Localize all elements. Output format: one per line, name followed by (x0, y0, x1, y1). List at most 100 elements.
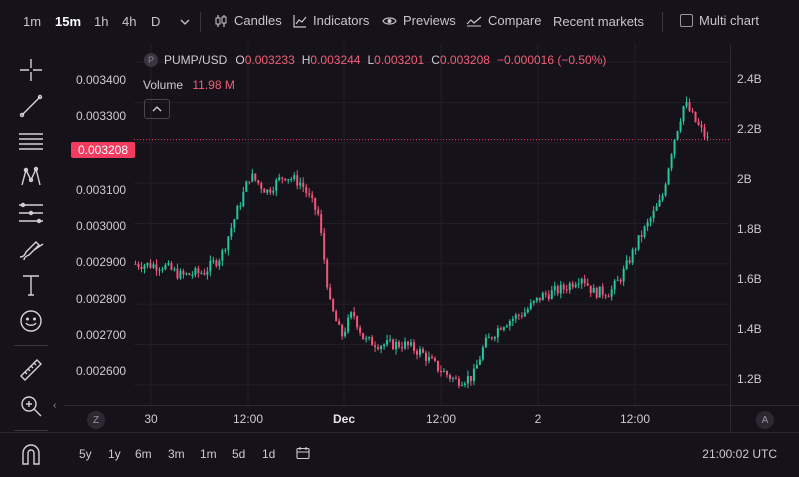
range-6m[interactable]: 6m (135, 447, 152, 461)
candle-body (248, 181, 251, 183)
calendar-icon[interactable] (296, 446, 310, 463)
candlestick-chart[interactable] (134, 44, 799, 405)
text-icon[interactable] (17, 271, 45, 299)
candle-body (413, 342, 416, 351)
brush-icon[interactable] (17, 235, 45, 263)
candle-body (676, 131, 679, 140)
candle-body (625, 260, 628, 269)
indicators-icon (293, 14, 307, 28)
candle-body (580, 278, 583, 284)
symbol-icon: P (144, 53, 158, 67)
timeframe-1m[interactable]: 1m (23, 14, 41, 29)
candle-body (661, 195, 664, 200)
candle-body (601, 286, 604, 296)
candle-body (691, 111, 694, 113)
candle-body (353, 312, 356, 317)
candle-body (221, 250, 224, 261)
candle-body (667, 168, 670, 185)
emoji-icon[interactable] (17, 307, 45, 335)
crosshair-icon[interactable] (17, 56, 45, 84)
candle-body (134, 263, 137, 265)
multi-chart-toggle[interactable]: Multi chart (680, 13, 759, 28)
auto-scale-button[interactable]: A (756, 411, 774, 429)
volume-axis-label: 1.4B (737, 322, 762, 336)
collapse-legend-button[interactable] (144, 99, 170, 119)
candle-body (170, 262, 173, 270)
ruler-icon[interactable] (17, 356, 45, 384)
range-3m[interactable]: 3m (168, 447, 185, 461)
candle-body (571, 283, 574, 287)
candle-body (499, 328, 502, 330)
price-axis-label: 0.002800 (76, 292, 127, 306)
timeframe-15m[interactable]: 15m (55, 14, 81, 29)
candle-body (239, 206, 242, 208)
candle-body (200, 272, 203, 274)
candle-body (448, 374, 451, 379)
candle-body (260, 183, 263, 189)
timeframe-1h[interactable]: 1h (94, 14, 108, 29)
candle-body (427, 356, 430, 361)
divider (200, 12, 201, 32)
range-5d[interactable]: 5d (232, 447, 245, 461)
indicators-button[interactable]: Indicators (293, 13, 369, 28)
candle-body (182, 271, 185, 275)
open-key: O (235, 53, 245, 67)
fib-retracement-icon[interactable] (17, 199, 45, 227)
range-1y[interactable]: 1y (108, 447, 121, 461)
volume-axis-label: 1.8B (737, 222, 762, 236)
drawing-toolbar: ‹ (0, 44, 64, 477)
time-label: 2 (534, 412, 542, 426)
range-1m[interactable]: 1m (200, 447, 217, 461)
current-price-tag: 0.003208 (71, 142, 135, 158)
candle-body (532, 300, 535, 304)
candle-body (631, 249, 634, 263)
candle-body (161, 269, 164, 271)
candle-body (179, 271, 182, 279)
candle-body (478, 359, 481, 365)
timeframe-4h[interactable]: 4h (122, 14, 136, 29)
candle-body (616, 279, 619, 281)
volume-legend: Volume 11.98 M (143, 78, 235, 92)
range-1d[interactable]: 1d (262, 447, 275, 461)
candles-button[interactable]: Candles (214, 13, 282, 28)
time-axis[interactable]: Z 30 12:00 Dec 12:00 2 12:00 A (64, 405, 799, 431)
range-5y[interactable]: 5y (79, 447, 92, 461)
chevron-down-icon[interactable] (180, 17, 190, 27)
candle-body (350, 312, 353, 318)
zoom-in-icon[interactable] (17, 392, 45, 420)
candle-body (706, 136, 709, 138)
price-axis-label: 0.002600 (76, 364, 127, 378)
candle-body (308, 193, 311, 195)
candle-body (254, 173, 257, 181)
timeframe-d[interactable]: D (151, 14, 160, 29)
candle-body (335, 311, 338, 322)
utc-clock[interactable]: 21:00:02 UTC (702, 447, 777, 461)
candle-body (146, 262, 149, 266)
candle-body (520, 315, 523, 317)
horizontal-lines-icon[interactable] (17, 127, 45, 155)
trend-line-icon[interactable] (17, 92, 45, 120)
candle-body (266, 189, 269, 193)
previews-button[interactable]: Previews (382, 13, 456, 28)
candle-body (505, 325, 508, 328)
candle-body (380, 346, 383, 350)
chart-pane[interactable]: 0.003400 0.003300 0.003100 0.003000 0.00… (64, 44, 799, 405)
candle-body (646, 221, 649, 227)
candle-body (454, 377, 457, 379)
pattern-icon[interactable] (17, 163, 45, 191)
candle-body (365, 338, 368, 340)
symbol-name[interactable]: PUMP/USD (164, 53, 227, 67)
candle-body (604, 295, 607, 297)
zoom-reset-button[interactable]: Z (87, 411, 105, 429)
candle-body (664, 184, 667, 196)
candle-body (628, 260, 631, 263)
volume-axis-label: 2.4B (737, 72, 762, 86)
candle-body (383, 344, 386, 347)
candle-body (212, 260, 215, 262)
candle-body (290, 179, 293, 181)
candle-body (218, 260, 221, 266)
compare-button[interactable]: Compare (466, 13, 541, 28)
collapse-toolbar-icon[interactable]: ‹ (53, 400, 56, 411)
recent-markets-button[interactable]: Recent markets (553, 14, 644, 29)
candle-body (634, 249, 637, 251)
